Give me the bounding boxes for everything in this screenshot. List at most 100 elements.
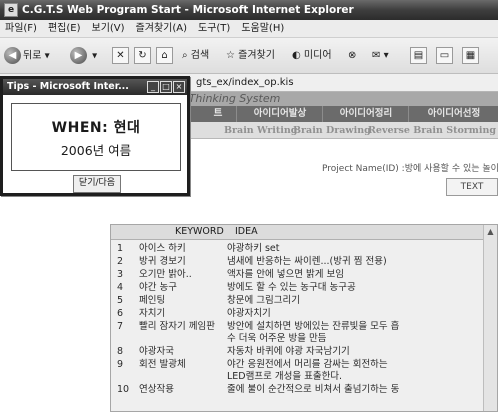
row-idea: 줄에 불이 순간적으로 비쳐서 출넘기하는 동 [227, 384, 400, 395]
text-button[interactable]: TEXT [446, 178, 498, 196]
row-idea: 야광자치기 [227, 308, 271, 319]
refresh-button[interactable]: ↻ [134, 47, 151, 65]
row-idea: 방에도 할 수 있는 농구대 농구공 [227, 282, 356, 293]
tips-popup: Tips - Microsoft Inter... _ □ × WHEN: 현대… [0, 76, 190, 196]
project-name-label: Project Name(ID) :방에 사용할 수 있는 놀이 [322, 164, 498, 174]
row-keyword: 페인팅 [139, 295, 166, 306]
nav-item-partial[interactable]: 트 [200, 106, 236, 122]
row-idea: 냄새에 반응하는 싸이렌...(방귀 찜 전용) [227, 256, 387, 267]
row-number: 4 [117, 282, 124, 293]
browser-toolbar: ◀ 뒤로 ▾ ▶ ▾ ✕ ↻ ⌂ ⌕ 검색 ☆ 즐겨찾기 ◐ 미디어 ⊗ ✉ ▾ … [0, 38, 498, 74]
idea-list-scrollbar[interactable]: ▲ [483, 225, 497, 411]
row-number: 7 [117, 321, 124, 332]
row-idea: 방안에 설치하면 방에있는 잔류빛을 모두 흡 [227, 321, 400, 332]
idea-list-header: KEYWORD IDEA [111, 225, 485, 240]
mail-icon: ✉ [372, 50, 381, 61]
row-idea: 야광하키 set [227, 243, 280, 254]
tip-content: WHEN: 현대 2006년 여름 [11, 103, 181, 171]
row-keyword: 야광자국 [139, 346, 174, 357]
edit-icon: ▭ [436, 47, 453, 64]
row-keyword: 아이스 하키 [139, 243, 186, 254]
row-number: 8 [117, 346, 124, 357]
row-idea: 야간 응원전에서 머리를 감싸는 회전하는 [227, 359, 388, 370]
menu-edit[interactable]: 편집(E) [43, 20, 87, 37]
popup-close-button[interactable]: 닫기/다음 [73, 175, 121, 193]
close-icon[interactable]: × [173, 81, 185, 93]
row-idea: 자동차 바퀴에 야광 자국남기기 [227, 346, 350, 357]
menu-view[interactable]: 보기(V) [87, 20, 131, 37]
minimize-icon[interactable]: _ [147, 81, 159, 93]
nav-item-idea-organizing[interactable]: 아이디어정리 [322, 106, 409, 122]
row-number: 2 [117, 256, 124, 267]
history-button[interactable]: ⊗ [348, 47, 356, 65]
list-item[interactable]: 4 야간 농구 방에도 할 수 있는 농구대 농구공 [111, 282, 485, 294]
media-button[interactable]: ◐ 미디어 [292, 47, 332, 65]
nav-item-idea-generation[interactable]: 아이디어발상 [236, 106, 323, 122]
back-button[interactable]: ◀ 뒤로 ▾ [4, 47, 50, 65]
window-titlebar: C.G.T.S Web Program Start - Microsoft In… [0, 0, 498, 20]
discuss-button[interactable]: ▦ [462, 47, 479, 65]
back-arrow-icon: ◀ [4, 47, 21, 64]
list-item[interactable]: 5 페인팅 창문에 그림그리기 [111, 295, 485, 307]
row-keyword: 오기만 밝아.. [139, 269, 192, 280]
media-icon: ◐ [292, 50, 301, 61]
subnav-brain-drawing[interactable]: Brain Drawing [293, 122, 371, 139]
row-idea: LED램프로 개성을 표출한다. [227, 371, 343, 382]
search-icon: ⌕ [182, 50, 188, 61]
list-item[interactable]: 6 자치기 야광자치기 [111, 308, 485, 320]
list-item[interactable]: 8 야광자국 자동차 바퀴에 야광 자국남기기 [111, 346, 485, 358]
list-item[interactable]: 3 오기만 밝아.. 액자를 안에 넣으면 밝게 보임 [111, 269, 485, 281]
row-keyword: 회전 발광체 [139, 359, 186, 370]
stop-icon: ✕ [112, 47, 129, 64]
address-url: gts_ex/index_op.kis [196, 77, 294, 88]
home-button[interactable]: ⌂ [156, 47, 173, 65]
mail-button[interactable]: ✉ ▾ [372, 47, 389, 65]
star-icon: ☆ [226, 50, 235, 61]
favorites-button[interactable]: ☆ 즐겨찾기 [226, 47, 275, 65]
tip-when-line: WHEN: 현대 [51, 120, 141, 136]
list-item[interactable]: 2 방귀 경보기 냄새에 반응하는 싸이렌...(방귀 찜 전용) [111, 256, 485, 268]
forward-button[interactable]: ▶ ▾ [70, 47, 97, 65]
list-item[interactable]: 7 빨리 잠자기 께임판 방안에 설치하면 방에있는 잔류빛을 모두 흡수 더욱 어… [111, 321, 485, 345]
row-number: 10 [117, 384, 130, 395]
column-keyword: KEYWORD [175, 226, 224, 237]
row-number: 6 [117, 308, 124, 319]
row-idea: 액자를 안에 넣으면 밝게 보임 [227, 269, 344, 280]
print-button[interactable]: ▤ [410, 47, 427, 65]
print-icon: ▤ [410, 47, 427, 64]
edit-button[interactable]: ▭ [436, 47, 453, 65]
menu-file[interactable]: 파일(F) [0, 20, 43, 37]
tip-date-line: 2006년 여름 [60, 143, 132, 158]
search-button[interactable]: ⌕ 검색 [182, 47, 209, 65]
discuss-icon: ▦ [462, 47, 479, 64]
subnav-reverse-brain-storming[interactable]: Reverse Brain Storming [368, 122, 496, 139]
row-number: 5 [117, 295, 124, 306]
refresh-icon: ↻ [134, 47, 151, 64]
row-number: 3 [117, 269, 124, 280]
scroll-up-arrow-icon[interactable]: ▲ [484, 225, 497, 238]
row-keyword: 방귀 경보기 [139, 256, 186, 267]
popup-title: Tips - Microsoft Inter... [7, 81, 129, 92]
menu-bar: 파일(F) 편집(E) 보기(V) 즐겨찾기(A) 도구(T) 도움말(H) [0, 20, 498, 38]
menu-help[interactable]: 도움말(H) [236, 20, 290, 37]
row-idea: 창문에 그림그리기 [227, 295, 300, 306]
list-item[interactable]: 1 아이스 하키 야광하키 set [111, 243, 485, 255]
row-keyword: 연상작용 [139, 384, 174, 395]
history-icon: ⊗ [348, 50, 357, 61]
idea-list[interactable]: KEYWORD IDEA 1 아이스 하키 야광하키 set 2 방귀 경보기 냄새에 반… [110, 224, 498, 412]
menu-tools[interactable]: 도구(T) [193, 20, 236, 37]
maximize-icon[interactable]: □ [160, 81, 172, 93]
column-idea: IDEA [235, 226, 258, 237]
stop-button[interactable]: ✕ [112, 47, 129, 65]
list-item[interactable]: 9 회전 발광체 야간 응원전에서 머리를 감싸는 회전하는 LED램프로 개성을 표… [111, 359, 485, 383]
menu-favorites[interactable]: 즐겨찾기(A) [131, 20, 193, 37]
subnav-brain-writing[interactable]: Brain Writing [224, 122, 297, 139]
ie-logo-icon: e [4, 3, 18, 17]
home-icon: ⌂ [156, 47, 173, 64]
row-number: 1 [117, 243, 124, 254]
forward-arrow-icon: ▶ [70, 47, 87, 64]
nav-item-idea-selection[interactable]: 아이디어선정 [408, 106, 498, 122]
row-idea: 수 더욱 어주운 방을 만듬 [227, 333, 327, 344]
row-keyword: 빨리 잠자기 께임판 [139, 321, 215, 332]
list-item[interactable]: 10 연상작용 줄에 불이 순간적으로 비쳐서 출넘기하는 동 [111, 384, 485, 396]
